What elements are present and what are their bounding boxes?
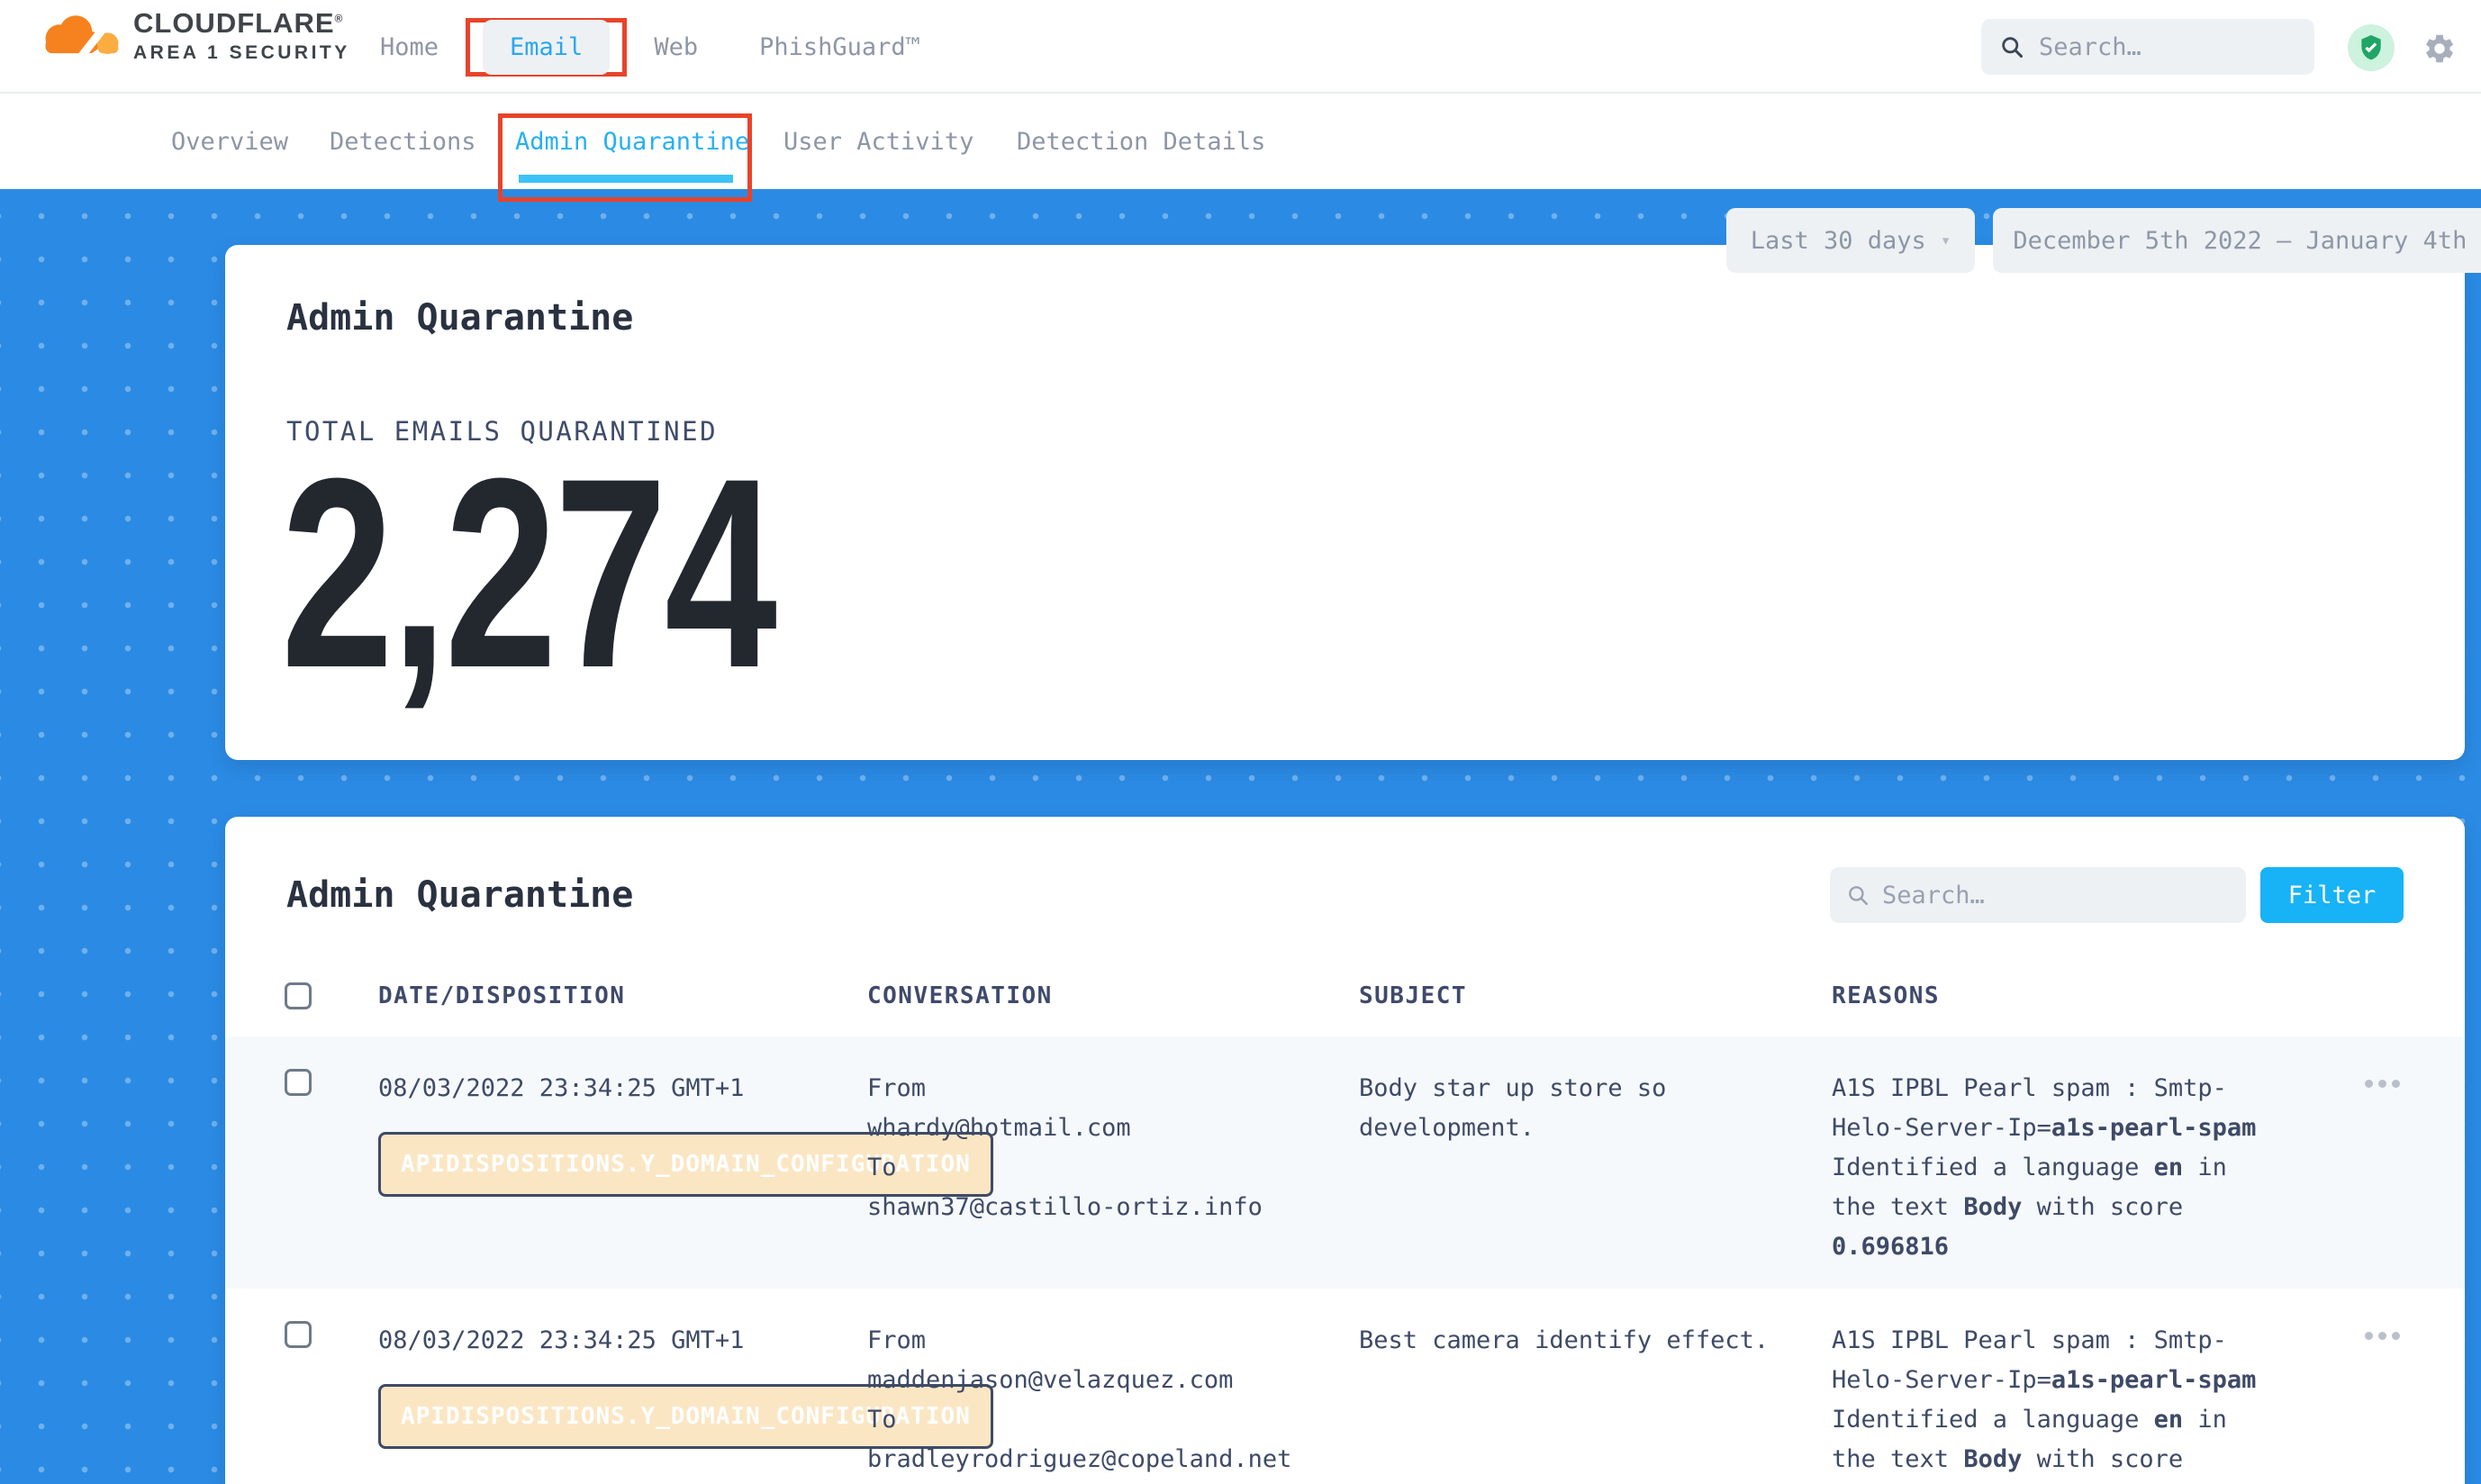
- tab-overview[interactable]: Overview: [171, 94, 288, 189]
- table-card-header: Admin Quarantine Filter: [225, 817, 2465, 923]
- metric-value: 2,274: [281, 438, 774, 708]
- reasons-cell: A1S IPBL Pearl spam : Smtp-Helo-Server-I…: [1832, 1321, 2300, 1484]
- email-subnav: Overview Detections Admin Quarantine Use…: [0, 94, 2481, 189]
- active-tab-underline: [519, 175, 733, 183]
- table-header-row: DATE/DISPOSITION CONVERSATION SUBJECT RE…: [225, 955, 2465, 1036]
- table-row: 08/03/2022 23:34:25 GMT+1 APIDISPOSITION…: [225, 1036, 2465, 1289]
- column-header-reasons: REASONS: [1832, 982, 2300, 1009]
- quarantine-summary-card: Admin Quarantine TOTAL EMAILS QUARANTINE…: [225, 245, 2465, 760]
- filter-button[interactable]: Filter: [2260, 867, 2404, 923]
- from-label: From: [867, 1069, 1341, 1108]
- gear-icon: [2422, 32, 2457, 66]
- ellipsis-icon: [2365, 1080, 2373, 1088]
- date-disposition-cell: 08/03/2022 23:34:25 GMT+1 APIDISPOSITION…: [378, 1069, 867, 1197]
- row-checkbox[interactable]: [285, 1069, 312, 1096]
- period-selector[interactable]: Last 30 days ▾: [1726, 208, 1975, 273]
- search-icon: [1999, 34, 2024, 59]
- date-range-label: December 5th 2022 — January 4th 2023: [2013, 227, 2481, 255]
- settings-button[interactable]: [2422, 32, 2457, 66]
- date-range-display[interactable]: December 5th 2022 — January 4th 2023: [1993, 208, 2481, 273]
- from-address: whardy@hotmail.com: [867, 1108, 1341, 1148]
- date-disposition-cell: 08/03/2022 23:34:25 GMT+1 APIDISPOSITION…: [378, 1321, 867, 1449]
- subject-cell: Best camera identify effect.: [1359, 1321, 1832, 1361]
- logo-brand: CLOUDFLARE®: [133, 7, 350, 40]
- chevron-down-icon: ▾: [1941, 231, 1951, 250]
- from-address: maddenjason@velazquez.com: [867, 1361, 1341, 1400]
- period-selector-label: Last 30 days: [1751, 227, 1926, 255]
- column-header-date-disposition: DATE/DISPOSITION: [378, 982, 867, 1009]
- tab-detection-details[interactable]: Detection Details: [1017, 94, 1265, 189]
- row-date: 08/03/2022 23:34:25 GMT+1: [378, 1321, 849, 1361]
- column-header-conversation: CONVERSATION: [867, 982, 1359, 1009]
- reasons-cell: A1S IPBL Pearl spam : Smtp-Helo-Server-I…: [1832, 1069, 2300, 1267]
- conversation-cell: From maddenjason@velazquez.com To bradle…: [867, 1321, 1359, 1479]
- page: CLOUDFLARE® AREA 1 SECURITY Home Email W…: [0, 0, 2481, 1484]
- nav-item-email[interactable]: Email: [483, 20, 610, 75]
- ellipsis-icon: [2365, 1332, 2373, 1340]
- nav-item-home[interactable]: Home: [360, 33, 458, 61]
- search-icon: [1846, 883, 1870, 907]
- select-all-checkbox[interactable]: [285, 982, 312, 1009]
- table-row: 08/03/2022 23:34:25 GMT+1 APIDISPOSITION…: [225, 1289, 2465, 1484]
- nav-item-phishguard[interactable]: PhishGuard™: [739, 33, 940, 61]
- tab-user-activity[interactable]: User Activity: [783, 94, 973, 189]
- to-address: bradleyrodriguez@copeland.net: [867, 1440, 1341, 1479]
- logo-sub-brand: AREA 1 SECURITY: [133, 42, 350, 64]
- cloudflare-cloud-icon: [32, 8, 122, 64]
- from-label: From: [867, 1321, 1341, 1361]
- table-search-input[interactable]: [1882, 882, 2230, 909]
- shield-check-icon: [2357, 33, 2386, 62]
- table-card-title: Admin Quarantine: [286, 874, 633, 916]
- summary-card-title: Admin Quarantine: [286, 297, 633, 339]
- tab-detections[interactable]: Detections: [330, 94, 476, 189]
- row-date: 08/03/2022 23:34:25 GMT+1: [378, 1069, 849, 1108]
- to-label: To: [867, 1400, 1341, 1440]
- row-menu-button[interactable]: [2365, 1321, 2400, 1340]
- nav-item-web[interactable]: Web: [634, 33, 718, 61]
- subject-cell: Body star up store so development.: [1359, 1069, 1832, 1148]
- conversation-cell: From whardy@hotmail.com To shawn37@casti…: [867, 1069, 1359, 1227]
- top-navigation: Home Email Web PhishGuard™: [360, 0, 940, 94]
- to-label: To: [867, 1148, 1341, 1188]
- cloudflare-logo[interactable]: CLOUDFLARE® AREA 1 SECURITY: [32, 7, 350, 64]
- verified-status-badge[interactable]: [2348, 24, 2395, 71]
- top-header: CLOUDFLARE® AREA 1 SECURITY Home Email W…: [0, 0, 2481, 94]
- to-address: shawn37@castillo-ortiz.info: [867, 1188, 1341, 1227]
- global-search-input[interactable]: [2039, 33, 2296, 61]
- column-header-subject: SUBJECT: [1359, 982, 1832, 1009]
- row-menu-button[interactable]: [2365, 1069, 2400, 1088]
- quarantine-table-card: Admin Quarantine Filter DATE/DISPOSITION…: [225, 817, 2465, 1484]
- global-search[interactable]: [1981, 19, 2314, 75]
- row-checkbox[interactable]: [285, 1321, 312, 1348]
- content-background: Admin Quarantine TOTAL EMAILS QUARANTINE…: [0, 189, 2481, 1484]
- table-search[interactable]: [1830, 867, 2246, 923]
- annotation-box: Email: [466, 18, 627, 77]
- registered-mark: ®: [335, 13, 344, 25]
